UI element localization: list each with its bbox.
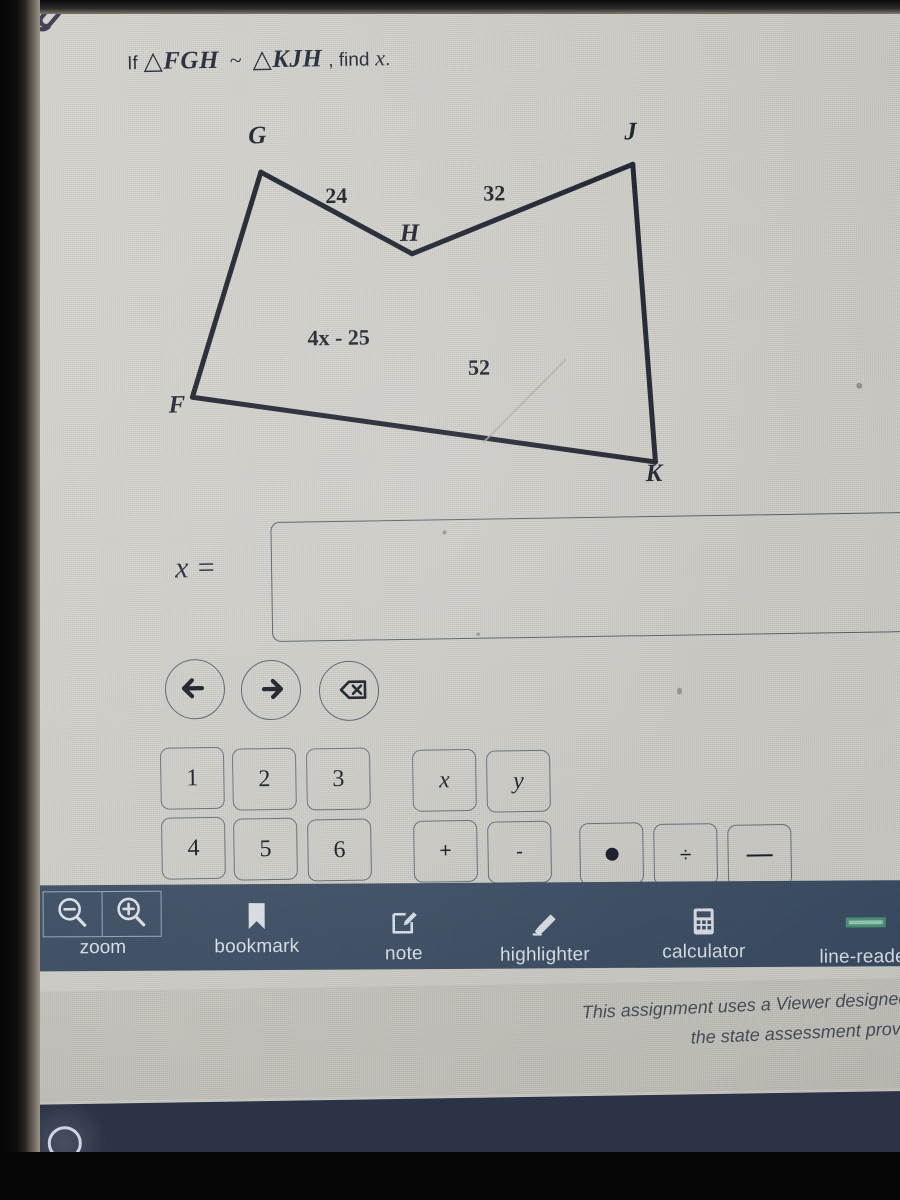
- key-x[interactable]: x: [411, 748, 477, 812]
- zoom-tool-label: zoom: [79, 936, 127, 959]
- highlighter-icon: [465, 908, 625, 943]
- answer-equation-label: x =: [174, 550, 217, 585]
- key-1[interactable]: 1: [159, 746, 225, 810]
- zoom-out-icon: [58, 897, 87, 927]
- side-label-HK: 52: [467, 354, 491, 380]
- vertex-label-F: F: [168, 391, 186, 419]
- answer-input[interactable]: [270, 511, 900, 643]
- backspace-button[interactable]: [318, 660, 380, 722]
- tool-note-label: note: [384, 943, 423, 965]
- paperclip-icon: [28, 0, 63, 34]
- triangle-1-label: FGH: [163, 46, 220, 75]
- line-reader-icon: [781, 910, 900, 945]
- vertex-label-H: H: [399, 219, 420, 247]
- segment-GF: [189, 169, 264, 400]
- assignment-page: If △FGH ~ △KJH , find x. G F H J K 24 32…: [14, 0, 900, 1012]
- side-label-HJ: 32: [483, 180, 506, 206]
- arrow-left-button[interactable]: [164, 658, 226, 720]
- fraction-bar-icon: [746, 853, 773, 857]
- screen-speck: [856, 382, 863, 389]
- screen-surface: If △FGH ~ △KJH , find x. G F H J K 24 32…: [14, 0, 900, 1172]
- triangle-2-label: KJH: [272, 45, 323, 73]
- question-period: .: [384, 49, 391, 71]
- side-label-FH-text: 4x - 25: [307, 324, 370, 351]
- arrow-left-icon: [181, 678, 205, 699]
- zoom-in-button[interactable]: [101, 890, 162, 938]
- device-photo: If △FGH ~ △KJH , find x. G F H J K 24 32…: [0, 0, 900, 1200]
- key-divide[interactable]: ÷: [653, 823, 719, 887]
- tool-note[interactable]: note: [349, 907, 459, 966]
- screen-speck: [476, 632, 481, 636]
- assignment-footer: This assignment uses a Viewer designed b…: [29, 977, 900, 1102]
- key-4[interactable]: 4: [160, 816, 226, 880]
- tool-bookmark[interactable]: bookmark: [187, 900, 327, 959]
- vertex-label-J: J: [624, 118, 637, 146]
- question-unknown: x: [375, 45, 386, 71]
- side-label-GH: 24: [325, 182, 348, 209]
- tool-line-reader-label: line-reader: [819, 946, 900, 968]
- arrow-right-button[interactable]: [240, 659, 302, 721]
- device-nav-bar: [0, 1090, 900, 1200]
- zoom-out-button[interactable]: [42, 891, 102, 938]
- tool-bookmark-label: bookmark: [214, 935, 300, 958]
- vertex-label-G: G: [248, 122, 267, 150]
- tool-line-reader[interactable]: line-reader: [781, 910, 900, 969]
- tool-highlighter-label: highlighter: [499, 944, 590, 966]
- geometry-diagram: G F H J K 24 32 4x - 25 52: [126, 118, 752, 531]
- key-plus[interactable]: +: [413, 819, 479, 883]
- key-minus[interactable]: -: [487, 820, 553, 884]
- vertex-label-K: K: [645, 459, 663, 488]
- key-3[interactable]: 3: [305, 747, 371, 811]
- question-suffix: , find: [328, 49, 370, 72]
- tool-calculator-label: calculator: [662, 941, 746, 963]
- similarity-symbol: ~: [229, 47, 242, 73]
- zoom-in-icon: [117, 897, 146, 927]
- segment-JK: [630, 161, 658, 465]
- tool-highlighter[interactable]: highlighter: [465, 908, 625, 967]
- zoom-control-group: [42, 890, 162, 938]
- segment-FK: [189, 394, 658, 465]
- decimal-point-icon: [605, 847, 619, 861]
- key-fraction[interactable]: [727, 823, 793, 887]
- key-6[interactable]: 6: [307, 818, 372, 882]
- viewer-toolbar: zoom bookmark note highlighter calculato…: [18, 879, 900, 972]
- question-prompt: If △FGH ~ △KJH , find x.: [126, 45, 391, 75]
- calculator-icon: [629, 905, 779, 940]
- bookmark-icon: [187, 900, 327, 935]
- side-label-FH: 4x - 25: [307, 324, 370, 351]
- screen-speck: [442, 530, 447, 535]
- screen-speck: [677, 687, 683, 695]
- question-prefix: If: [126, 53, 138, 75]
- backspace-icon: [339, 680, 367, 700]
- key-y[interactable]: y: [485, 749, 551, 813]
- note-icon: [349, 907, 459, 942]
- tool-calculator[interactable]: calculator: [629, 905, 779, 964]
- key-decimal-point[interactable]: [579, 822, 645, 886]
- footer-note: This assignment uses a Viewer designed b…: [359, 981, 900, 1067]
- arrow-right-icon: [261, 678, 284, 700]
- segment-HJ: [409, 161, 636, 257]
- key-2[interactable]: 2: [231, 747, 297, 811]
- key-5[interactable]: 5: [233, 817, 298, 881]
